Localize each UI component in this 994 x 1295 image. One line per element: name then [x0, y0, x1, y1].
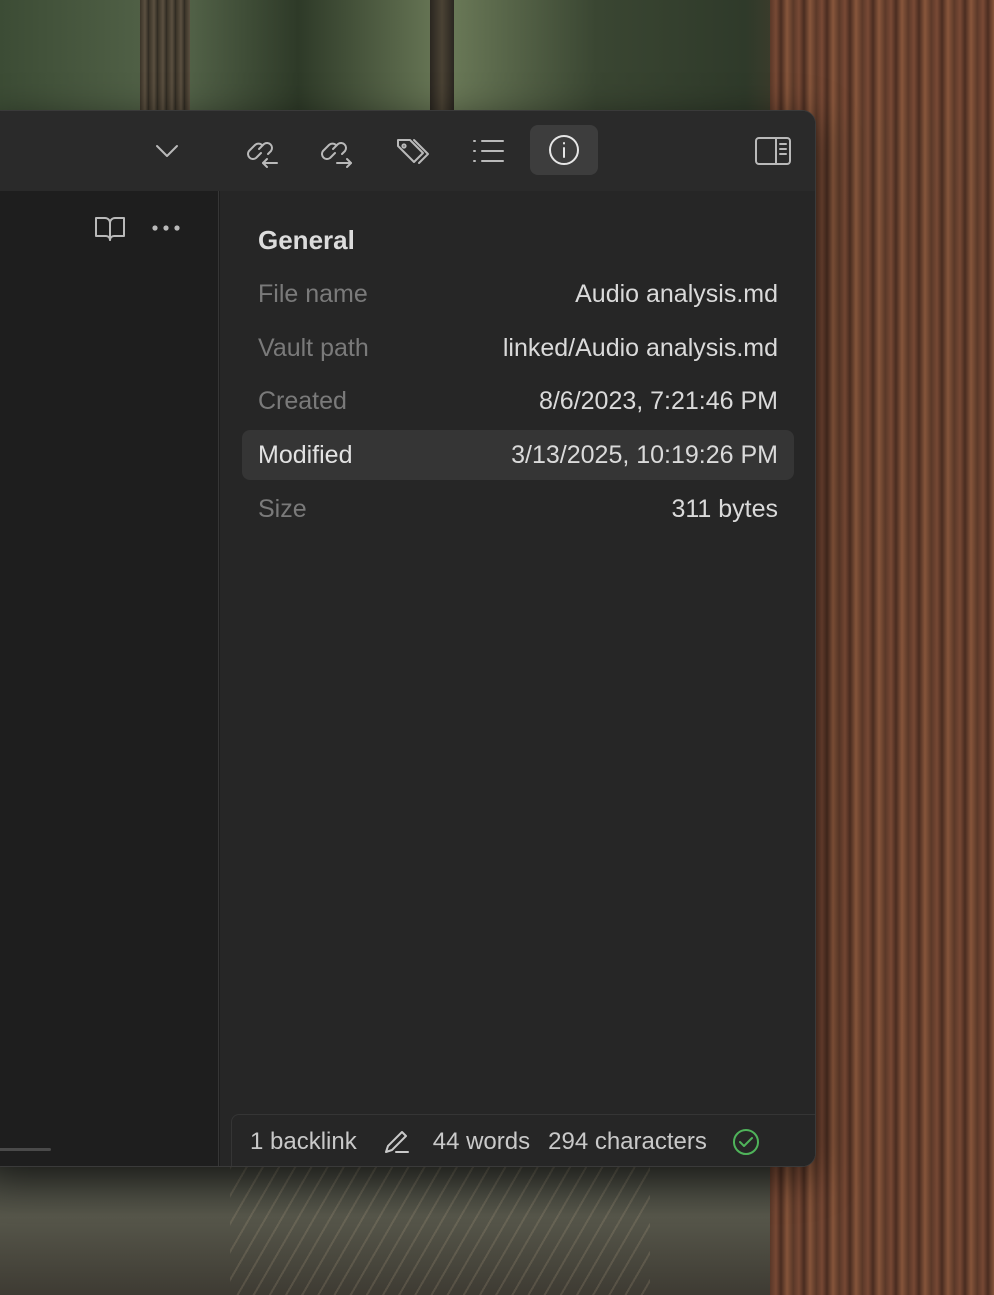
sync-status-icon[interactable] [729, 1125, 763, 1159]
file-info-panel: General File name Audio analysis.md Vaul… [220, 191, 815, 1166]
wallpaper-tree-trunk [430, 0, 454, 110]
property-value: 311 bytes [671, 494, 778, 523]
property-key: Modified [258, 440, 353, 469]
status-bar: 1 backlink 44 words 294 characters [231, 1114, 815, 1166]
outline-icon[interactable] [466, 129, 510, 173]
property-value: 3/13/2025, 10:19:26 PM [511, 440, 778, 469]
property-key: Size [258, 494, 307, 523]
outgoing-links-icon[interactable] [317, 129, 361, 173]
title-bar [0, 111, 815, 191]
sidebar-toggle-icon[interactable] [751, 131, 795, 171]
chevron-down-icon[interactable] [147, 133, 187, 169]
app-window: General File name Audio analysis.md Vaul… [0, 110, 816, 1167]
reading-view-icon[interactable] [89, 209, 131, 247]
property-value: linked/Audio analysis.md [502, 333, 778, 362]
section-title: General [258, 225, 355, 255]
more-options-icon[interactable] [145, 209, 187, 247]
edit-mode-icon[interactable] [379, 1125, 413, 1159]
property-row-size[interactable]: Size 311 bytes [242, 484, 794, 534]
property-row-file-name[interactable]: File name Audio analysis.md [242, 269, 794, 319]
tags-icon[interactable] [392, 129, 436, 173]
property-key: File name [258, 279, 368, 308]
horizontal-scrollbar[interactable] [0, 1148, 51, 1151]
backlink-count[interactable]: 1 backlink [250, 1128, 357, 1156]
property-value: 8/6/2023, 7:21:46 PM [538, 386, 778, 415]
backlinks-icon[interactable] [243, 129, 287, 173]
property-key: Vault path [258, 333, 369, 362]
character-count[interactable]: 294 characters [548, 1128, 707, 1156]
property-row-modified[interactable]: Modified 3/13/2025, 10:19:26 PM [242, 430, 794, 480]
property-row-vault-path[interactable]: Vault path linked/Audio analysis.md [242, 323, 794, 373]
property-value: Audio analysis.md [575, 279, 778, 308]
wallpaper-branches [230, 1166, 650, 1295]
property-row-created[interactable]: Created 8/6/2023, 7:21:46 PM [242, 376, 794, 426]
info-icon[interactable] [530, 125, 598, 175]
word-count[interactable]: 44 words [433, 1128, 530, 1156]
property-key: Created [258, 386, 347, 415]
editor-pane [0, 191, 219, 1166]
wallpaper-tree-trunk [140, 0, 190, 110]
